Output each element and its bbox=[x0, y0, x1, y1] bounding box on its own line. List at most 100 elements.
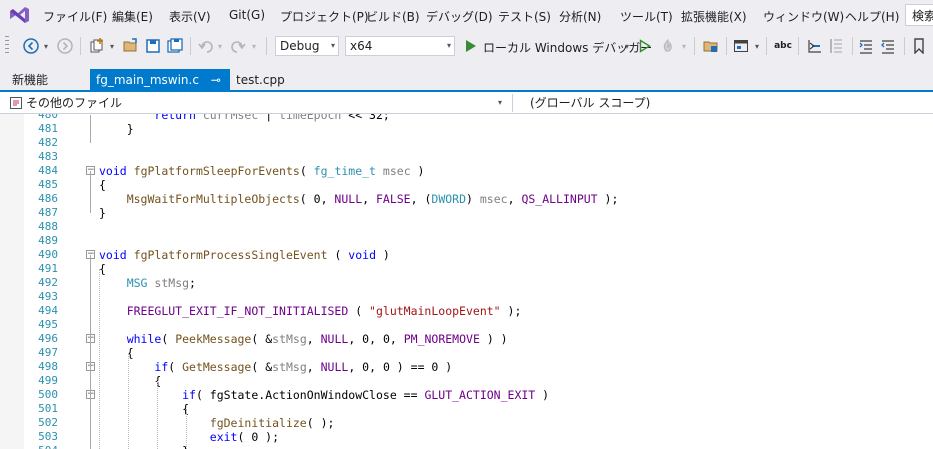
menu-help[interactable]: ヘルプ(H) bbox=[845, 8, 899, 25]
pin-icon[interactable]: ⊸ bbox=[211, 73, 221, 87]
back-icon[interactable] bbox=[20, 36, 42, 56]
solution-configuration-select[interactable]: Debug ▾ bbox=[275, 36, 339, 56]
code-line[interactable]: 498− if( GetMessage( &stMsg, NULL, 0, 0 … bbox=[0, 360, 933, 374]
code-line[interactable]: 484− void fgPlatformSleepForEvents( fg_ti… bbox=[0, 164, 933, 178]
save-icon[interactable] bbox=[142, 36, 164, 56]
line-number: 501 bbox=[38, 402, 58, 415]
menu-test[interactable]: テスト(S) bbox=[498, 8, 551, 25]
line-number: 498 bbox=[38, 360, 58, 373]
line-number: 495 bbox=[38, 318, 58, 331]
tab-label: test.cpp bbox=[236, 73, 285, 87]
redo-icon[interactable] bbox=[228, 36, 248, 56]
visual-studio-logo-icon[interactable] bbox=[6, 4, 32, 26]
code-line[interactable]: 502 fgDeinitialize( ); bbox=[0, 416, 933, 430]
menu-tools[interactable]: ツール(T) bbox=[620, 8, 673, 25]
code-text: while( PeekMessage( &stMsg, NULL, 0, 0, … bbox=[126, 332, 508, 346]
menu-build[interactable]: ビルド(B) bbox=[366, 8, 420, 25]
start-debugging-icon[interactable] bbox=[463, 36, 479, 56]
layout-dropdown-icon[interactable]: ▾ bbox=[752, 36, 762, 56]
code-line[interactable]: 491 { bbox=[0, 262, 933, 276]
code-line[interactable]: 483 bbox=[0, 150, 933, 164]
code-line[interactable]: 480 return currMsec | timeEpoch << 32; bbox=[0, 114, 933, 122]
code-line[interactable]: 487} bbox=[0, 206, 933, 220]
line-number: 485 bbox=[38, 178, 58, 191]
code-line[interactable]: 494 FREEGLUT_EXIT_IF_NOT_INITIALISED ( "… bbox=[0, 304, 933, 318]
code-line[interactable]: 490− void fgPlatformProcessSingleEvent ( … bbox=[0, 248, 933, 262]
code-editor[interactable]: 480 return currMsec | timeEpoch << 32; 48… bbox=[0, 114, 933, 449]
spell-check-icon[interactable]: abc bbox=[772, 36, 794, 56]
menu-debug[interactable]: デバッグ(D) bbox=[426, 8, 493, 25]
solution-platform-select[interactable]: x64 ▾ bbox=[345, 36, 455, 56]
toolbar-grip[interactable] bbox=[5, 36, 9, 56]
misc-files-icon bbox=[10, 97, 22, 109]
code-line[interactable]: 501 { bbox=[0, 402, 933, 416]
code-line[interactable]: 495 bbox=[0, 318, 933, 332]
code-line[interactable]: 485 { bbox=[0, 178, 933, 192]
code-line[interactable]: 489 bbox=[0, 234, 933, 248]
code-line[interactable]: 492 MSG stMsg; bbox=[0, 276, 933, 290]
menu-extensions[interactable]: 拡張機能(X) bbox=[681, 8, 747, 25]
save-all-icon[interactable] bbox=[164, 36, 186, 56]
menu-file[interactable]: ファイル(F) bbox=[43, 8, 107, 25]
tab-fg-main-mswin[interactable]: fg_main_mswin.c ⊸ ✕ bbox=[90, 69, 243, 91]
code-line[interactable]: 493 bbox=[0, 290, 933, 304]
code-text: MSG stMsg; bbox=[126, 276, 196, 290]
code-line[interactable]: 496− while( PeekMessage( &stMsg, NULL, 0… bbox=[0, 332, 933, 346]
code-line[interactable]: 497 { bbox=[0, 346, 933, 360]
hot-reload-icon[interactable] bbox=[658, 36, 678, 56]
line-number: 496 bbox=[38, 332, 58, 345]
comment-lines-icon[interactable] bbox=[856, 36, 878, 56]
open-folder-icon[interactable] bbox=[700, 36, 722, 56]
code-text: { bbox=[99, 262, 106, 276]
code-line[interactable]: 481 } bbox=[0, 122, 933, 136]
menu-window[interactable]: ウィンドウ(W) bbox=[763, 8, 844, 25]
line-number: 480 bbox=[38, 114, 58, 121]
line-number: 491 bbox=[38, 262, 58, 275]
toggle-breakpoint-icon[interactable] bbox=[804, 36, 826, 56]
code-line[interactable]: 482 bbox=[0, 136, 933, 150]
menu-view[interactable]: 表示(V) bbox=[169, 8, 211, 25]
menu-edit[interactable]: 編集(E) bbox=[112, 8, 153, 25]
code-text: exit( 0 ); bbox=[209, 430, 280, 444]
tab-test-cpp[interactable]: test.cpp bbox=[230, 69, 291, 91]
search-input[interactable]: 検索 bbox=[905, 4, 933, 26]
undo-dropdown-icon[interactable]: ▾ bbox=[216, 36, 224, 56]
window-layout-icon[interactable] bbox=[730, 36, 752, 56]
line-number: 497 bbox=[38, 346, 58, 359]
bookmark-icon[interactable] bbox=[910, 36, 928, 56]
global-scope-select[interactable]: (グローバル スコープ) bbox=[530, 93, 930, 113]
tab-whats-new[interactable]: 新機能 bbox=[6, 69, 54, 91]
back-dropdown-icon[interactable]: ▾ bbox=[42, 36, 50, 56]
code-line[interactable]: 486 MsgWaitForMultipleObjects( 0, NULL, … bbox=[0, 192, 933, 206]
file-scope-value: その他のファイル bbox=[26, 96, 123, 110]
menu-git[interactable]: Git(G) bbox=[229, 8, 265, 22]
code-line[interactable]: 503 exit( 0 ); bbox=[0, 430, 933, 444]
bookmark-list-icon[interactable] bbox=[826, 36, 848, 56]
navigation-bar: その他のファイル ▾ (グローバル スコープ) bbox=[0, 92, 933, 114]
code-line[interactable]: 499 { bbox=[0, 374, 933, 388]
forward-icon[interactable] bbox=[54, 36, 76, 56]
new-dropdown-icon[interactable]: ▾ bbox=[108, 36, 116, 56]
code-line[interactable]: 504 } bbox=[0, 444, 933, 449]
toolbar-separator bbox=[852, 37, 853, 55]
menu-analyze[interactable]: 分析(N) bbox=[559, 8, 601, 25]
open-file-icon[interactable] bbox=[120, 36, 142, 56]
undo-icon[interactable] bbox=[196, 36, 216, 56]
code-text: { bbox=[99, 374, 162, 388]
code-line[interactable]: 488 bbox=[0, 220, 933, 234]
redo-dropdown-icon[interactable]: ▾ bbox=[250, 36, 258, 56]
line-number: 486 bbox=[38, 192, 58, 205]
uncomment-lines-icon[interactable] bbox=[878, 36, 900, 56]
code-line[interactable]: 500− if( fgState.ActionOnWindowClose == … bbox=[0, 388, 933, 402]
start-without-debugging-icon[interactable] bbox=[636, 36, 654, 56]
line-number: 502 bbox=[38, 416, 58, 429]
code-text: return currMsec | timeEpoch << 32; bbox=[154, 114, 390, 122]
indent-guide bbox=[157, 381, 158, 449]
debug-target-dropdown-icon[interactable]: ▾ bbox=[622, 36, 632, 56]
new-project-icon[interactable] bbox=[86, 36, 108, 56]
menu-project[interactable]: プロジェクト(P) bbox=[280, 8, 369, 25]
line-number: 490 bbox=[38, 248, 58, 261]
file-scope-select[interactable]: その他のファイル ▾ bbox=[4, 93, 508, 113]
hot-reload-dropdown-icon[interactable]: ▾ bbox=[680, 36, 688, 56]
chevron-down-icon: ▾ bbox=[498, 98, 503, 107]
